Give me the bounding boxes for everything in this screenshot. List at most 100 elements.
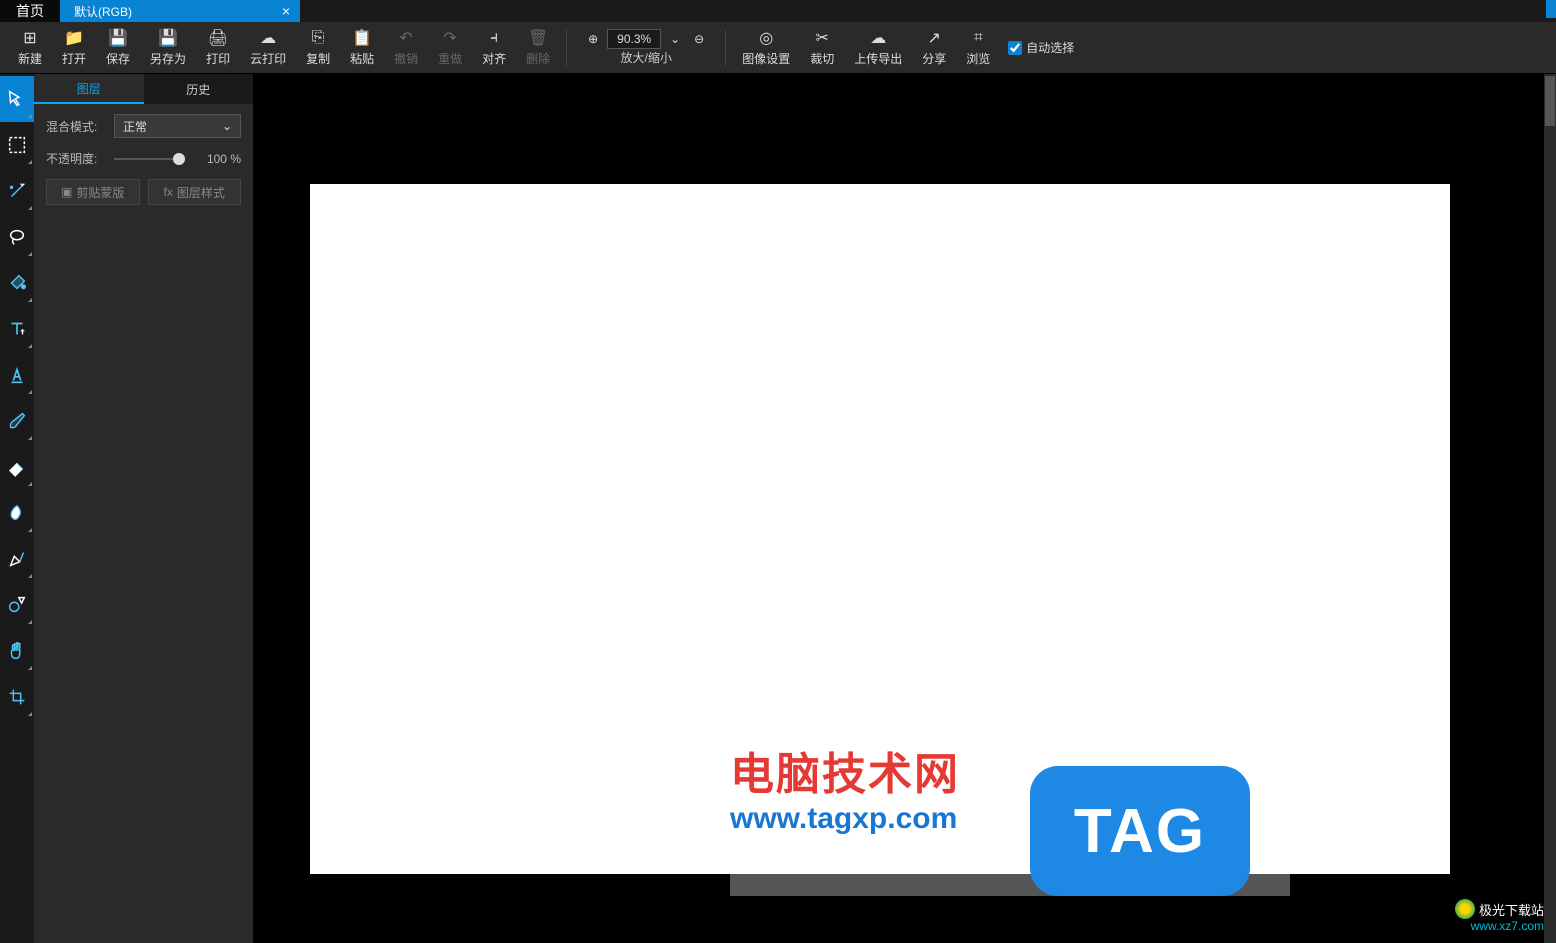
- zoom-input[interactable]: [607, 29, 661, 49]
- toolbar-item-0[interactable]: ⊞新建: [8, 24, 52, 71]
- toolbar-item-label-6: 复制: [306, 50, 330, 67]
- blend-mode-value: 正常: [123, 118, 147, 135]
- collapse-handle[interactable]: [1546, 0, 1556, 18]
- move-tool[interactable]: [0, 76, 34, 122]
- toolbar-item2-label-0: 图像设置: [742, 50, 790, 67]
- toolbar-item-label-1: 打开: [62, 50, 86, 67]
- tool-submenu-indicator: [28, 390, 32, 394]
- magic-wand-tool[interactable]: [0, 168, 34, 214]
- tool-submenu-indicator: [28, 482, 32, 486]
- watermark-text: 电脑技术网 www.tagxp.com: [730, 738, 960, 836]
- close-tab-icon[interactable]: ×: [282, 3, 290, 19]
- eraser-tool[interactable]: [0, 444, 34, 490]
- text-style-tool[interactable]: [0, 352, 34, 398]
- tool-submenu-indicator: [28, 620, 32, 624]
- toolbar-item-9: ↷重做: [428, 24, 472, 71]
- auto-select-input[interactable]: [1008, 41, 1022, 55]
- auto-select-checkbox[interactable]: 自动选择: [1008, 39, 1074, 56]
- zoom-dropdown-icon[interactable]: ⌄: [665, 29, 685, 49]
- clip-icon: ▣: [61, 185, 72, 199]
- document-tab-label: 默认(RGB): [74, 3, 132, 20]
- toolbar-item-icon-0: ⊞: [23, 28, 36, 48]
- tool-submenu-indicator: [28, 298, 32, 302]
- toolbar-item-icon-7: 📋: [352, 28, 372, 48]
- toolbar-item2-icon-2: ☁: [870, 28, 886, 48]
- marquee-tool[interactable]: [0, 122, 34, 168]
- toolbar-item-8: ↶撤销: [384, 24, 428, 71]
- brush-tool[interactable]: [0, 398, 34, 444]
- toolbar-item2-icon-1: ✂: [816, 28, 829, 48]
- toolbar-item-icon-5: ☁: [260, 28, 276, 48]
- toolbar-item-label-8: 撤销: [394, 50, 418, 67]
- zoom-group: ⊕ ⌄ ⊖ 放大/缩小: [573, 29, 719, 66]
- toolbar-item-icon-3: 💾: [158, 28, 178, 48]
- vertical-scrollbar[interactable]: [1544, 74, 1556, 943]
- toolbar-item-label-9: 重做: [438, 50, 462, 67]
- toolbar-item-label-10: 对齐: [482, 50, 506, 67]
- toolbar-item2-label-2: 上传导出: [854, 50, 902, 67]
- toolbar-item-2[interactable]: 💾 保存: [96, 24, 140, 71]
- canvas-viewport[interactable]: 电脑技术网 www.tagxp.com TAG 极光下载站 www.xz7.co…: [254, 74, 1556, 943]
- canvas[interactable]: 电脑技术网 www.tagxp.com TAG: [310, 184, 1450, 874]
- tool-submenu-indicator: [28, 344, 32, 348]
- toolbar-item2-3[interactable]: ↗ 分享: [912, 24, 956, 71]
- hand-tool[interactable]: [0, 628, 34, 674]
- toolbar-item2-2[interactable]: ☁ 上传导出: [844, 24, 912, 71]
- tool-submenu-indicator: [28, 528, 32, 532]
- title-bar: 首页 默认(RGB) ×: [0, 0, 1556, 22]
- tab-history[interactable]: 历史: [144, 74, 254, 104]
- toolbar-separator: [566, 30, 567, 66]
- toolbar-item2-icon-4: ⌗: [974, 28, 983, 48]
- toolbar-item2-icon-3: ↗: [928, 28, 941, 48]
- toolbar-item-label-2: 保存: [106, 50, 130, 67]
- blend-mode-label: 混合模式:: [46, 118, 106, 135]
- main-toolbar: ⊞新建📁打开💾保存💾另存为🖨打印☁云打印⎘复制📋粘贴↶撤销↷重做⫞对齐🗑删除 ⊕…: [0, 22, 1556, 74]
- shape-tool[interactable]: [0, 582, 34, 628]
- toolbar-item-icon-6: ⎘: [312, 28, 325, 48]
- zoom-in-icon[interactable]: ⊕: [583, 29, 603, 49]
- chevron-down-icon: ⌄: [222, 119, 232, 133]
- toolbar-item-icon-2: 💾: [108, 28, 128, 48]
- tool-submenu-indicator: [28, 574, 32, 578]
- toolbar-item-7[interactable]: 📋粘贴: [340, 24, 384, 71]
- toolbar-item2-label-1: 裁切: [810, 50, 834, 67]
- toolbar-item-3[interactable]: 💾 另存为: [140, 24, 196, 71]
- tool-submenu-indicator: [28, 436, 32, 440]
- toolbar-item2-icon-0: ◎: [759, 28, 773, 48]
- toolbar-item-label-3: 另存为: [150, 50, 186, 67]
- blend-mode-select[interactable]: 正常 ⌄: [114, 114, 241, 138]
- scrollbar-thumb[interactable]: [1545, 76, 1555, 126]
- text-tool[interactable]: [0, 306, 34, 352]
- layer-style-button[interactable]: fx 图层样式: [148, 179, 242, 205]
- toolbar-item2-4[interactable]: ⌗ 浏览: [956, 24, 1000, 71]
- toolbar-item-1[interactable]: 📁打开: [52, 24, 96, 71]
- zoom-label: 放大/缩小: [621, 49, 672, 66]
- pen-tool[interactable]: [0, 536, 34, 582]
- toolbar-item2-label-4: 浏览: [966, 50, 990, 67]
- opacity-label: 不透明度:: [46, 150, 106, 167]
- toolbar-separator: [725, 30, 726, 66]
- fx-icon: fx: [164, 185, 173, 199]
- toolbar-item-4[interactable]: 🖨打印: [196, 24, 240, 71]
- toolbar-item-6[interactable]: ⎘ 复制: [296, 24, 340, 71]
- home-tab[interactable]: 首页: [0, 0, 60, 22]
- toolbar-item-5[interactable]: ☁云打印: [240, 24, 296, 71]
- toolbar-item-10[interactable]: ⫞对齐: [472, 24, 516, 71]
- smudge-tool[interactable]: [0, 490, 34, 536]
- main-area: 图层 历史 混合模式: 正常 ⌄ 不透明度: 100 %: [0, 74, 1556, 943]
- opacity-value: 100 %: [193, 152, 241, 166]
- toolbar-item2-label-3: 分享: [922, 50, 946, 67]
- lasso-tool[interactable]: [0, 214, 34, 260]
- clipping-mask-button[interactable]: ▣ 剪贴蒙版: [46, 179, 140, 205]
- document-tab[interactable]: 默认(RGB) ×: [60, 0, 300, 22]
- tag-badge: TAG: [1030, 766, 1250, 896]
- zoom-out-icon[interactable]: ⊖: [689, 29, 709, 49]
- opacity-slider[interactable]: [114, 151, 185, 167]
- crop-tool[interactable]: [0, 674, 34, 720]
- toolbar-item2-0[interactable]: ◎ 图像设置: [732, 24, 800, 71]
- tool-submenu-indicator: [28, 160, 32, 164]
- watermark-title: 电脑技术网: [730, 738, 960, 802]
- paint-bucket-tool[interactable]: [0, 260, 34, 306]
- tab-layers[interactable]: 图层: [34, 74, 144, 104]
- toolbar-item2-1[interactable]: ✂ 裁切: [800, 24, 844, 71]
